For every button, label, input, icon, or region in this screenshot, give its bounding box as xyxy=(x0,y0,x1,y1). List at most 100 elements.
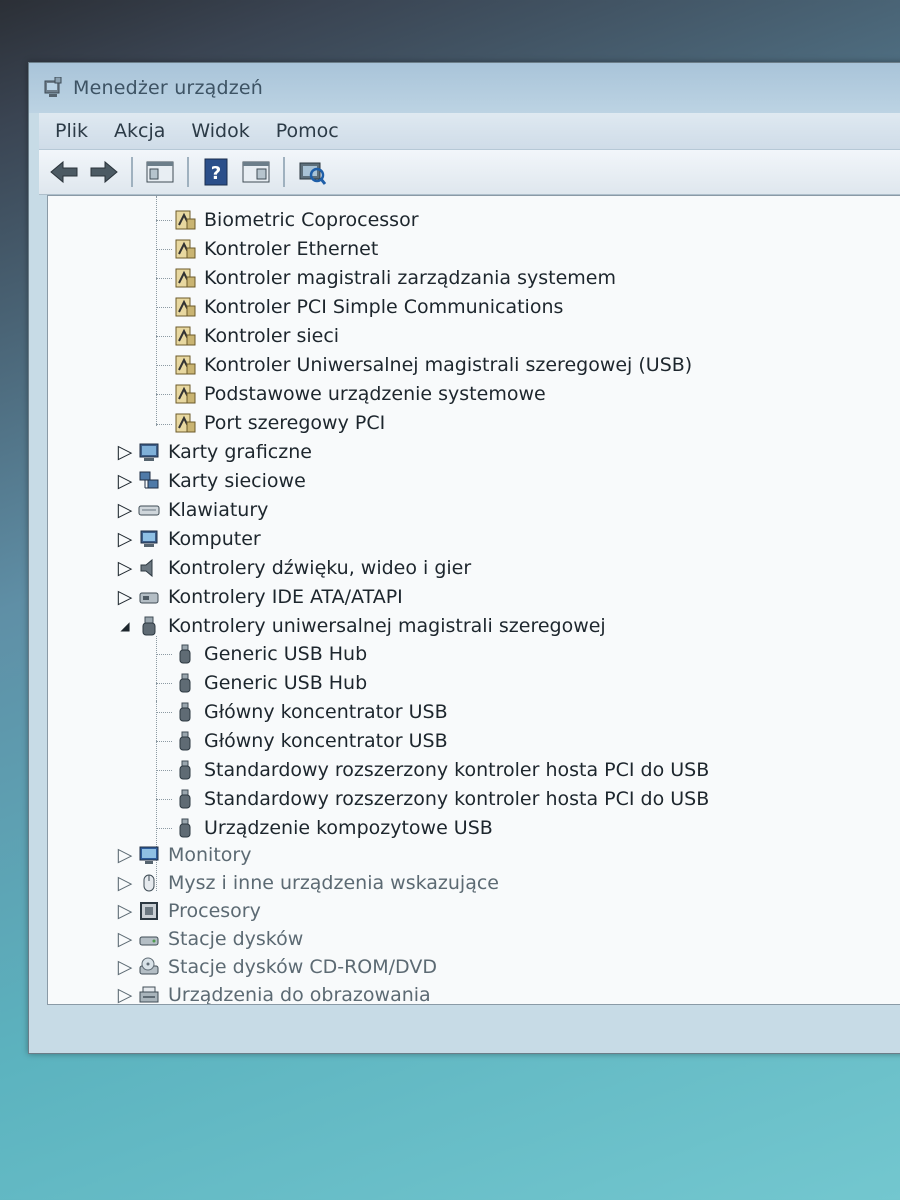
imaging-device-icon xyxy=(139,986,159,1003)
tree-line xyxy=(156,770,172,771)
tree-line xyxy=(156,741,172,742)
usb-device-icon xyxy=(179,818,191,838)
tree-line xyxy=(156,196,157,426)
unknown-device-icon xyxy=(175,297,196,317)
expand-arrow-icon[interactable]: ▷ xyxy=(118,984,133,1004)
window-title: Menedżer urządzeń xyxy=(73,77,264,99)
forward-arrow-icon xyxy=(90,160,118,184)
device-item[interactable]: Kontroler Ethernet xyxy=(174,236,378,262)
scan-hardware-button[interactable] xyxy=(295,157,329,187)
device-item[interactable]: Kontroler PCI Simple Communications xyxy=(174,294,563,320)
category-klawiatury[interactable]: ▷ Klawiatury xyxy=(118,497,269,523)
expand-arrow-icon[interactable]: ▷ xyxy=(118,499,133,521)
expand-arrow-icon[interactable]: ▷ xyxy=(118,928,133,950)
menu-akcja[interactable]: Akcja xyxy=(114,120,165,142)
tree-line xyxy=(156,220,172,221)
usb-device-icon xyxy=(179,789,191,809)
toolbar-separator xyxy=(283,157,285,187)
device-item[interactable]: Kontroler sieci xyxy=(174,323,339,349)
category-mysz[interactable]: ▷ Mysz i inne urządzenia wskazujące xyxy=(118,870,499,896)
back-button[interactable] xyxy=(47,157,81,187)
tree-line xyxy=(156,799,172,800)
expand-arrow-icon[interactable]: ▷ xyxy=(118,586,133,608)
tree-line xyxy=(156,365,172,366)
unknown-device-icon xyxy=(175,384,196,404)
unknown-device-icon xyxy=(175,326,196,346)
device-item[interactable]: Port szeregowy PCI xyxy=(174,410,385,436)
unknown-device-icon xyxy=(175,239,196,259)
expand-arrow-icon[interactable]: ▷ xyxy=(118,844,133,866)
unknown-device-icon xyxy=(175,355,196,375)
tree-line xyxy=(156,424,172,425)
usb-device-item[interactable]: Standardowy rozszerzony kontroler hosta … xyxy=(174,757,709,783)
help-button[interactable]: ? xyxy=(199,157,233,187)
help-icon: ? xyxy=(204,158,228,186)
tree-line xyxy=(156,683,172,684)
usb-device-item[interactable]: Standardowy rozszerzony kontroler hosta … xyxy=(174,786,709,812)
tree-line xyxy=(156,249,172,250)
device-item[interactable]: Kontroler magistrali zarządzania systeme… xyxy=(174,265,616,291)
mouse-icon xyxy=(143,874,155,892)
device-item[interactable]: Kontroler Uniwersalnej magistrali szereg… xyxy=(174,352,692,378)
tree-line xyxy=(156,336,172,337)
network-adapter-icon xyxy=(139,471,159,489)
device-item[interactable]: Podstawowe urządzenie systemowe xyxy=(174,381,546,407)
expand-arrow-icon[interactable]: ▷ xyxy=(118,900,133,922)
expand-arrow-icon[interactable]: ▷ xyxy=(118,557,133,579)
scan-hardware-icon xyxy=(299,162,326,185)
tree-line xyxy=(156,307,172,308)
unknown-device-icon xyxy=(175,268,196,288)
usb-device-item[interactable]: Główny koncentrator USB xyxy=(174,728,448,754)
device-item[interactable]: Biometric Coprocessor xyxy=(174,207,419,233)
category-usb-controllers[interactable]: ◢ Kontrolery uniwersalnej magistrali sze… xyxy=(120,613,605,639)
tree-line xyxy=(156,712,172,713)
computer-icon xyxy=(140,530,158,547)
svg-text:?: ? xyxy=(211,163,221,184)
usb-icon xyxy=(142,616,156,636)
tree-line xyxy=(156,394,172,395)
usb-device-icon xyxy=(179,760,191,780)
title-bar[interactable]: Menedżer urządzeń xyxy=(29,63,900,113)
cdrom-icon xyxy=(139,957,159,975)
speaker-icon xyxy=(140,558,153,578)
category-karty-graficzne[interactable]: ▷ Karty graficzne xyxy=(118,439,312,465)
category-stacje-dyskow[interactable]: ▷ Stacje dysków xyxy=(118,926,304,952)
unknown-device-icon xyxy=(175,210,196,230)
toolbar-separator xyxy=(131,157,133,187)
expand-arrow-icon[interactable]: ▷ xyxy=(118,441,133,463)
usb-device-item[interactable]: Generic USB Hub xyxy=(174,641,367,667)
usb-device-item[interactable]: Generic USB Hub xyxy=(174,670,367,696)
processor-icon xyxy=(140,902,158,920)
unknown-device-icon xyxy=(175,413,196,433)
disk-drive-icon xyxy=(139,936,159,946)
expand-arrow-icon[interactable]: ▷ xyxy=(118,956,133,978)
category-obrazowanie[interactable]: ▷ Urządzenia do obrazowania xyxy=(118,982,431,1004)
toolbar: ? xyxy=(39,150,900,195)
forward-button[interactable] xyxy=(87,157,121,187)
expand-arrow-icon[interactable]: ▷ xyxy=(118,470,133,492)
menu-widok[interactable]: Widok xyxy=(191,120,249,142)
menu-plik[interactable]: Plik xyxy=(55,120,88,142)
device-tree[interactable]: Biometric Coprocessor Kontroler Ethernet… xyxy=(47,195,900,1005)
expand-arrow-icon[interactable]: ▷ xyxy=(118,528,133,550)
usb-device-item[interactable]: Urządzenie kompozytowe USB xyxy=(174,815,493,841)
category-kontrolery-ide[interactable]: ▷ Kontrolery IDE ATA/ATAPI xyxy=(118,584,403,610)
category-cdrom[interactable]: ▷ Stacje dysków CD-ROM/DVD xyxy=(118,954,437,980)
category-procesory[interactable]: ▷ Procesory xyxy=(118,898,261,924)
category-kontrolery-dzwieku[interactable]: ▷ Kontrolery dźwięku, wideo i gier xyxy=(118,555,472,581)
display-adapter-icon xyxy=(139,443,159,461)
expand-arrow-icon[interactable]: ▷ xyxy=(118,872,133,894)
tree-line xyxy=(156,828,172,829)
usb-device-item[interactable]: Główny koncentrator USB xyxy=(174,699,448,725)
collapse-arrow-icon[interactable]: ◢ xyxy=(120,619,130,633)
console-tree-button[interactable] xyxy=(143,157,177,187)
category-karty-sieciowe[interactable]: ▷ Karty sieciowe xyxy=(118,468,306,494)
ide-controller-icon xyxy=(139,592,159,604)
device-manager-window: Menedżer urządzeń Plik Akcja Widok Pomoc xyxy=(28,62,900,1054)
category-monitory[interactable]: ▷ Monitory xyxy=(118,842,252,868)
monitor-icon xyxy=(139,846,159,864)
properties-button[interactable] xyxy=(239,157,273,187)
back-arrow-icon xyxy=(50,160,78,184)
menu-pomoc[interactable]: Pomoc xyxy=(276,120,339,142)
category-komputer[interactable]: ▷ Komputer xyxy=(118,526,261,552)
